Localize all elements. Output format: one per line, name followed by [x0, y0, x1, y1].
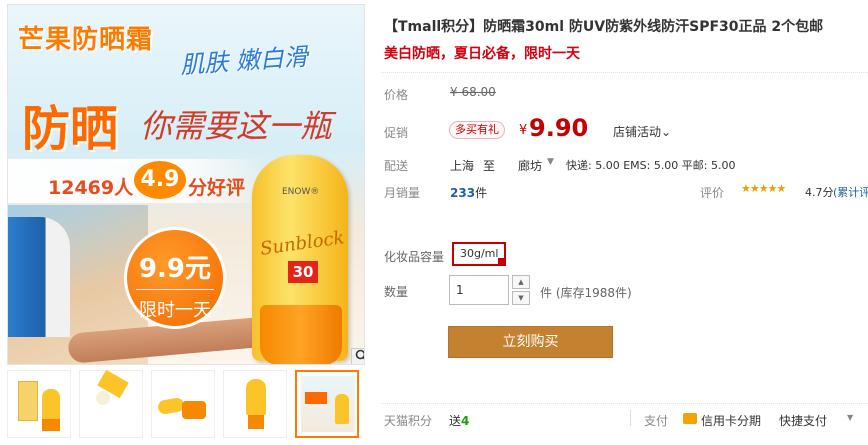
promo-headline: 芒果防晒霜 — [18, 25, 154, 55]
badge-limit: 限时一天 — [139, 300, 211, 321]
promo-big-title: 防晒 — [22, 101, 119, 157]
thumbnail-2[interactable] — [79, 369, 143, 438]
review-count-link[interactable]: (累计评 — [833, 184, 868, 200]
rating-score: 4.9 — [134, 161, 186, 199]
thumbnail-3[interactable] — [151, 370, 215, 438]
buy-now-button[interactable]: 立刻购买 — [448, 326, 613, 358]
footer-divider — [630, 410, 631, 426]
shipping-label: 配送 — [384, 159, 409, 173]
promo-price: 9.90 — [529, 114, 589, 142]
price-currency: ¥ — [519, 123, 528, 138]
thumbnail-5[interactable] — [295, 370, 359, 438]
chevron-down-icon[interactable]: ▼ — [547, 157, 554, 167]
footer-bar: 天猫积分 送4 支付 信用卡分期 快捷支付 ▼ — [381, 403, 868, 433]
thumbnail-1[interactable] — [7, 370, 71, 438]
monthly-sales-label: 月销量 — [384, 186, 421, 200]
store-activity-dropdown[interactable]: 店铺活动⌄ — [613, 123, 671, 140]
product-subtitle: 美白防晒，夏日必备，限时一天 — [384, 46, 580, 62]
stock-info: 件 (库存1988件) — [540, 286, 632, 300]
ship-to-label: 至 — [483, 159, 496, 173]
points-amount: 4 — [461, 414, 470, 428]
quantity-increase-icon[interactable]: ▲ — [512, 275, 530, 289]
spec-option-label: 30g/ml — [460, 247, 499, 260]
umbrella-graphic — [8, 217, 70, 337]
magnifier-icon-svg — [355, 349, 364, 360]
spec-option-30ml[interactable]: 30g/ml — [452, 242, 507, 266]
promo-slogan: 你需要这一瓶 — [140, 107, 333, 145]
tube-spf: 30 — [288, 261, 318, 283]
product-title: 【Tmall积分】防晒霜30ml 防UV防紫外线防汗SPF30正品 2个包邮 — [384, 19, 824, 35]
star-rating: ★★★★★ — [741, 182, 786, 195]
points-prefix: 送 — [449, 414, 462, 428]
quantity-label: 数量 — [384, 285, 409, 299]
points-label: 天猫积分 — [384, 414, 433, 428]
rating-count: 12469人 — [48, 177, 134, 199]
monthly-sales-unit: 件 — [475, 186, 488, 200]
monthly-sales: 233件 — [450, 184, 487, 201]
original-price: ¥ 68.00 — [450, 85, 496, 99]
points-value: 送4 — [449, 412, 469, 429]
product-detail: 【Tmall积分】防晒霜30ml 防UV防紫外线防汗SPF30正品 2个包邮 美… — [381, 0, 868, 445]
chevron-down-icon[interactable]: ▼ — [847, 413, 853, 422]
payment-label: 支付 — [644, 414, 669, 428]
promo-tag[interactable]: 多买有礼 — [449, 121, 505, 139]
monthly-sales-count: 233 — [450, 186, 476, 200]
promo-price-label: 促销 — [384, 126, 409, 140]
tube-brand: ENOW® — [282, 187, 320, 197]
original-price-label: 价格 — [384, 88, 409, 102]
product-main-image[interactable]: 芒果防晒霜 肌肤 嫩白滑 防晒 你需要这一瓶 12469人 4.9 分好评 EN… — [7, 4, 365, 365]
badge-price: 9.9元 — [138, 254, 212, 284]
promo-subheadline: 肌肤 嫩白滑 — [179, 42, 309, 80]
installment-option[interactable]: 信用卡分期 — [701, 412, 761, 429]
quick-pay-option[interactable]: 快捷支付 — [779, 412, 827, 429]
review-label: 评价 — [700, 186, 725, 200]
ship-destination-select[interactable]: 廊坊 — [518, 157, 542, 174]
thumbnail-strip — [7, 369, 365, 438]
price-badge: 9.9元 限时一天 — [124, 227, 226, 329]
quantity-input[interactable] — [449, 275, 509, 305]
shipping-fees: 快递: 5.00 EMS: 5.00 平邮: 5.00 — [566, 159, 736, 172]
review-score: 4.7分 — [805, 186, 834, 199]
price-panel: 价格 ¥ 68.00 促销 多买有礼 ¥ 9.90 店铺活动⌄ 配送 上海 至 … — [381, 72, 868, 210]
magnifier-icon[interactable] — [351, 348, 364, 364]
selected-check-icon — [498, 258, 507, 266]
badge-divider — [136, 289, 214, 290]
quantity-decrease-icon[interactable]: ▼ — [512, 291, 530, 305]
credit-card-icon — [683, 413, 697, 424]
product-tube-cap — [260, 305, 342, 364]
thumbnail-4[interactable] — [223, 370, 287, 438]
spec-label: 化妆品容量 — [384, 250, 445, 264]
rating-text: 分好评 — [188, 177, 246, 199]
ship-from: 上海 — [450, 159, 475, 173]
